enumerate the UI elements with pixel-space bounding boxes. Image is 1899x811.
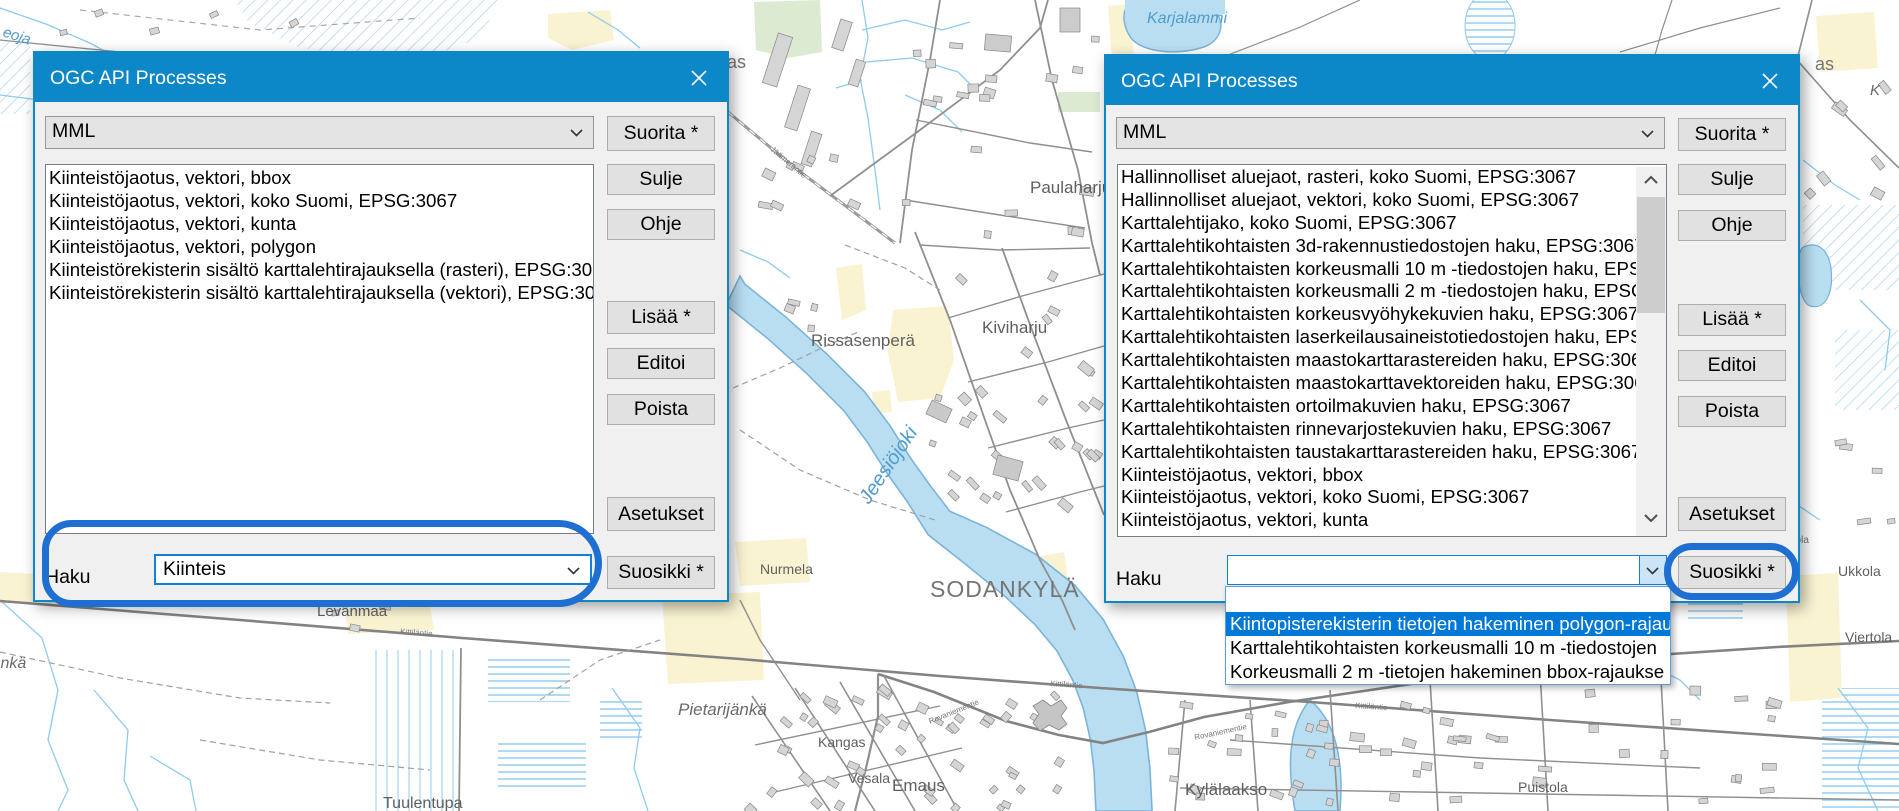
svg-text:Tuulentupa: Tuulentupa xyxy=(383,795,463,811)
svg-text:K: K xyxy=(1870,82,1881,99)
svg-text:Nurmela: Nurmela xyxy=(760,561,813,577)
svg-text:Kiviharju: Kiviharju xyxy=(982,318,1047,337)
svg-text:Pietarijänkä: Pietarijänkä xyxy=(678,700,767,719)
svg-text:Vesala: Vesala xyxy=(848,770,890,786)
svg-text:as: as xyxy=(727,52,746,72)
svg-text:Kangas: Kangas xyxy=(818,734,865,750)
svg-text:Karjalammi: Karjalammi xyxy=(1147,10,1227,27)
svg-text:jänkä: jänkä xyxy=(0,655,26,672)
svg-text:Kylälaakso: Kylälaakso xyxy=(1185,780,1267,799)
svg-text:as: as xyxy=(1815,54,1834,74)
svg-text:Paulaharju: Paulaharju xyxy=(1030,178,1111,197)
svg-text:Puistola: Puistola xyxy=(1518,779,1568,795)
svg-text:Ukkola: Ukkola xyxy=(1838,563,1881,579)
svg-text:Emaus: Emaus xyxy=(892,776,945,795)
svg-text:Viertola: Viertola xyxy=(1845,629,1892,645)
svg-text:Rissasenperä: Rissasenperä xyxy=(811,331,915,350)
svg-text:SODANKYLÄ: SODANKYLÄ xyxy=(930,576,1080,602)
